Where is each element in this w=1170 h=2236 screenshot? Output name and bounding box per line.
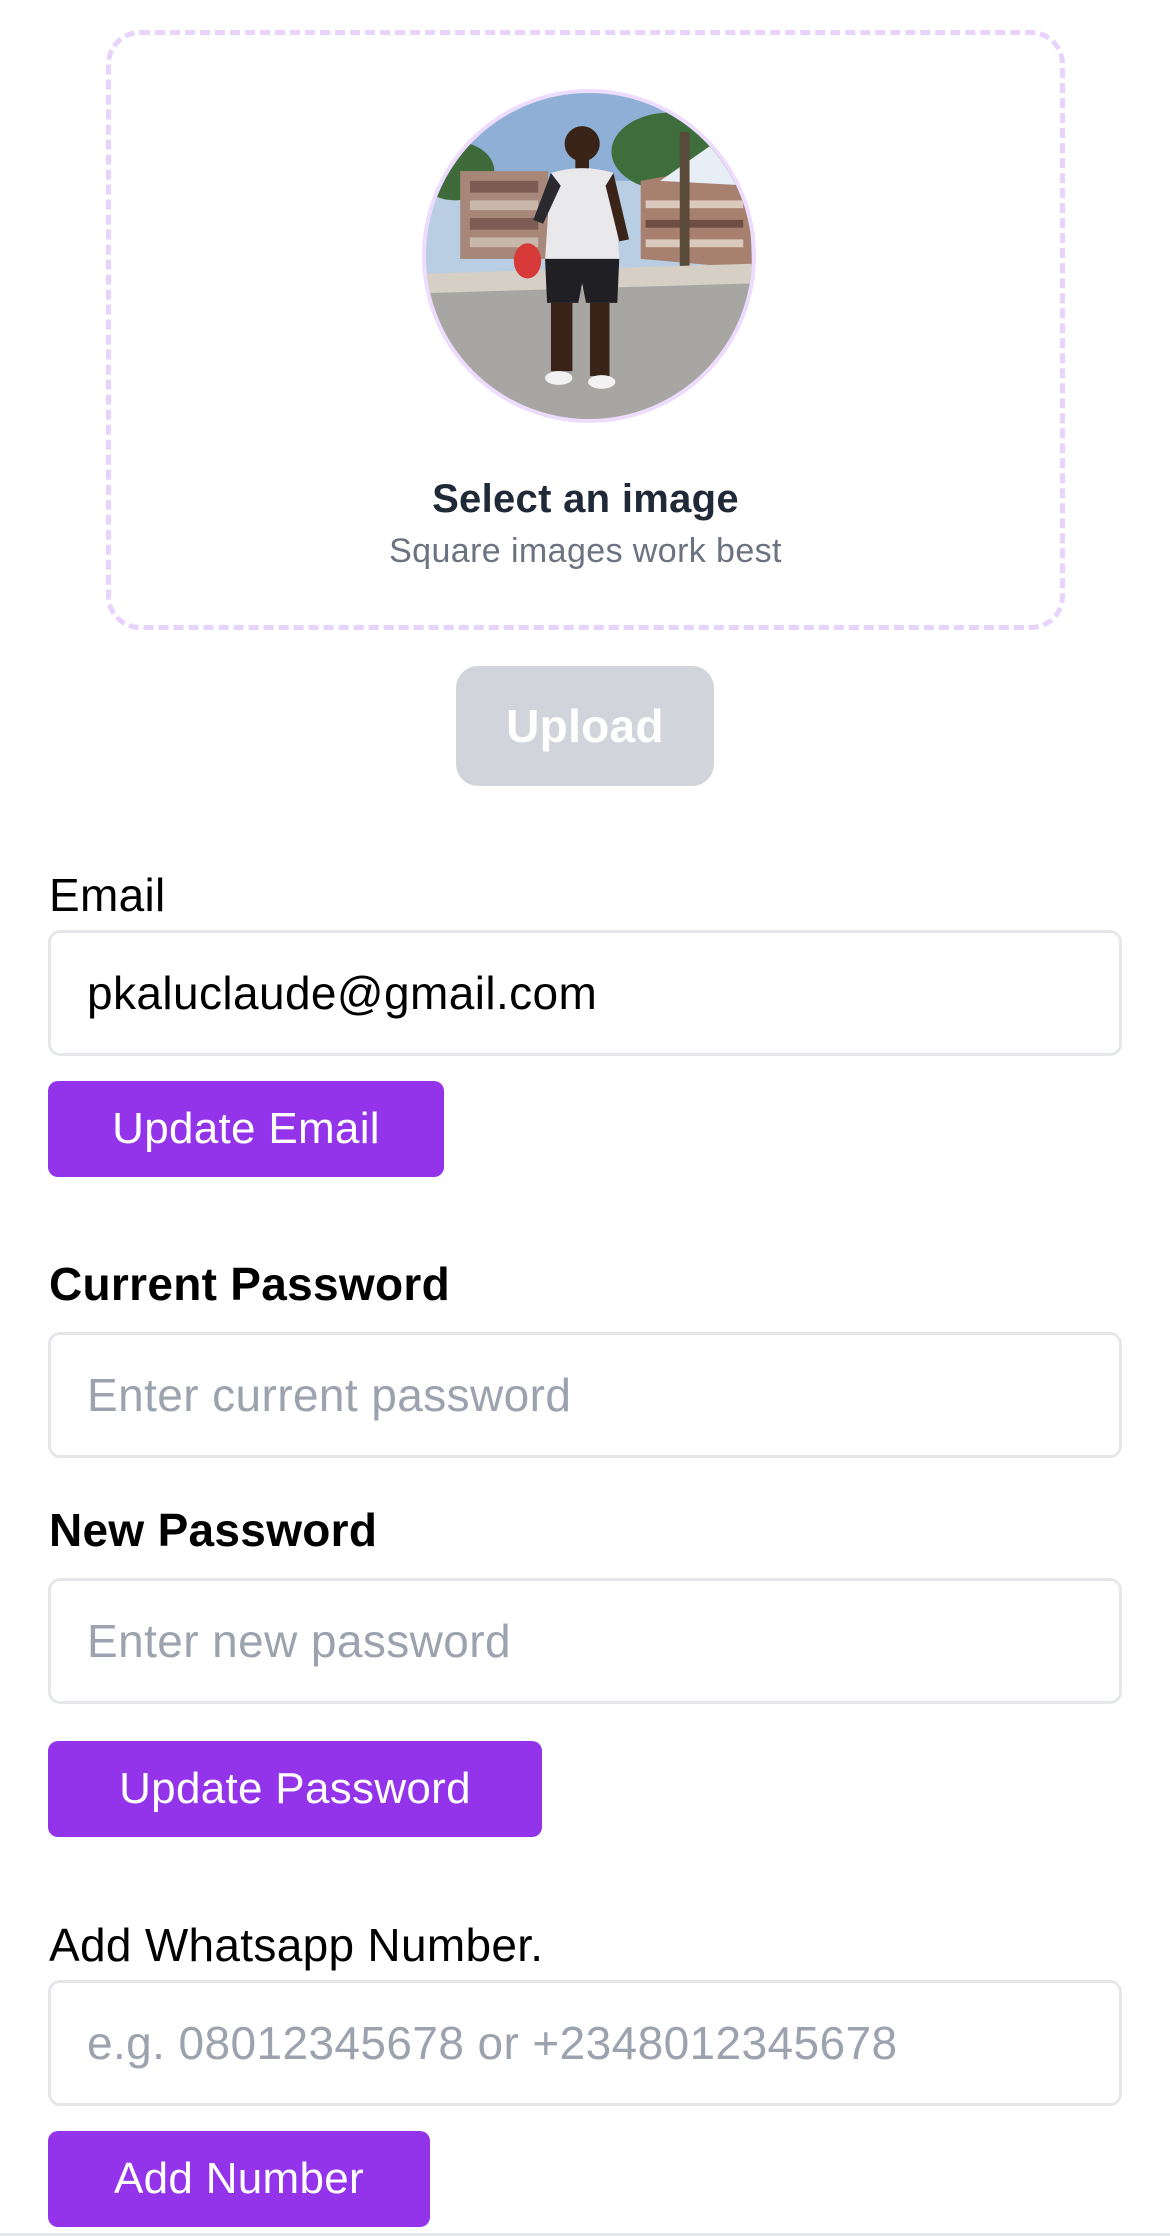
- add-number-button[interactable]: Add Number: [48, 2131, 430, 2227]
- dropzone-title: Select an image: [432, 477, 739, 521]
- upload-button[interactable]: Upload: [456, 666, 714, 786]
- profile-photo-icon: [426, 93, 752, 419]
- update-email-button[interactable]: Update Email: [48, 1081, 444, 1177]
- update-password-button[interactable]: Update Password: [48, 1741, 542, 1837]
- avatar: [422, 89, 756, 423]
- whatsapp-label: Add Whatsapp Number.: [49, 1919, 544, 1971]
- profile-settings-page: Select an image Square images work best …: [0, 0, 1170, 2236]
- dropzone-subtitle: Square images work best: [389, 532, 782, 570]
- email-label: Email: [49, 869, 166, 921]
- new-password-field[interactable]: [48, 1578, 1122, 1704]
- new-password-label: New Password: [49, 1504, 378, 1556]
- current-password-label: Current Password: [49, 1258, 451, 1310]
- image-dropzone[interactable]: Select an image Square images work best: [106, 30, 1065, 630]
- current-password-field[interactable]: [48, 1332, 1122, 1458]
- email-field[interactable]: [48, 930, 1122, 1056]
- whatsapp-number-field[interactable]: [48, 1980, 1122, 2106]
